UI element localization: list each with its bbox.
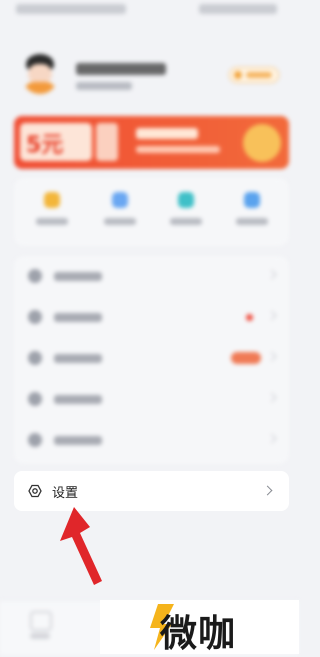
profile-header[interactable] xyxy=(0,40,299,110)
coupon-stub xyxy=(96,123,118,161)
status-badge xyxy=(231,352,261,364)
document-icon xyxy=(28,269,42,283)
banner-cta-button[interactable] xyxy=(243,124,281,162)
quick-action-label xyxy=(236,218,268,225)
quick-action-4[interactable] xyxy=(232,192,272,236)
banner-subtitle xyxy=(136,146,220,153)
menu-row[interactable] xyxy=(14,379,289,420)
menu-row[interactable] xyxy=(14,420,289,461)
quick-action-label xyxy=(36,218,68,225)
menu-row-label xyxy=(54,313,102,322)
crown-icon xyxy=(234,71,242,79)
wallet-icon xyxy=(28,351,42,365)
quick-action-1[interactable] xyxy=(32,192,72,236)
settings-label: 设置 xyxy=(52,486,79,501)
quick-action-3[interactable] xyxy=(166,192,206,236)
coupon-card: 5元 xyxy=(20,123,92,161)
status-bar-left xyxy=(16,4,126,14)
menu-row-label xyxy=(54,395,102,404)
menu-list xyxy=(14,256,289,464)
status-bar xyxy=(0,0,299,22)
menu-row[interactable] xyxy=(14,338,289,379)
person-icon xyxy=(112,192,128,208)
chevron-right-icon xyxy=(266,269,277,280)
watermark: 微咖 xyxy=(100,600,299,655)
home-icon xyxy=(178,192,194,208)
vip-badge[interactable] xyxy=(229,67,279,83)
quick-actions xyxy=(14,178,289,246)
menu-row[interactable] xyxy=(14,297,289,338)
chevron-right-icon xyxy=(266,392,277,403)
quick-action-label xyxy=(170,218,202,225)
banner-title xyxy=(136,128,198,139)
cloud-icon xyxy=(244,192,260,208)
chevron-right-icon xyxy=(266,433,277,444)
quick-action-label xyxy=(104,218,136,225)
settings-row[interactable]: 设置 xyxy=(14,471,289,511)
chat-icon xyxy=(28,310,42,324)
help-icon xyxy=(28,433,42,447)
quick-action-2[interactable] xyxy=(100,192,140,236)
chevron-right-icon xyxy=(266,310,277,321)
chevron-right-icon xyxy=(266,351,277,362)
notification-dot xyxy=(246,314,253,321)
pointer-arrow-icon xyxy=(60,507,102,585)
username xyxy=(76,63,166,75)
settings-icon xyxy=(28,484,42,498)
home-tab-icon[interactable] xyxy=(30,611,52,631)
watermark-text: 微咖 xyxy=(160,612,236,655)
gift-icon xyxy=(44,192,60,208)
promo-banner[interactable]: 5元 xyxy=(14,116,289,169)
user-id xyxy=(76,82,132,90)
avatar[interactable] xyxy=(22,54,58,94)
coupon-amount: 5元 xyxy=(26,133,64,158)
menu-row-label xyxy=(54,436,102,445)
menu-row-label xyxy=(54,272,102,281)
info-icon xyxy=(28,392,42,406)
menu-row-label xyxy=(54,354,102,363)
menu-row[interactable] xyxy=(14,256,289,297)
status-bar-right xyxy=(199,4,277,14)
chevron-right-icon xyxy=(262,485,273,496)
home-tab-label xyxy=(30,633,50,639)
